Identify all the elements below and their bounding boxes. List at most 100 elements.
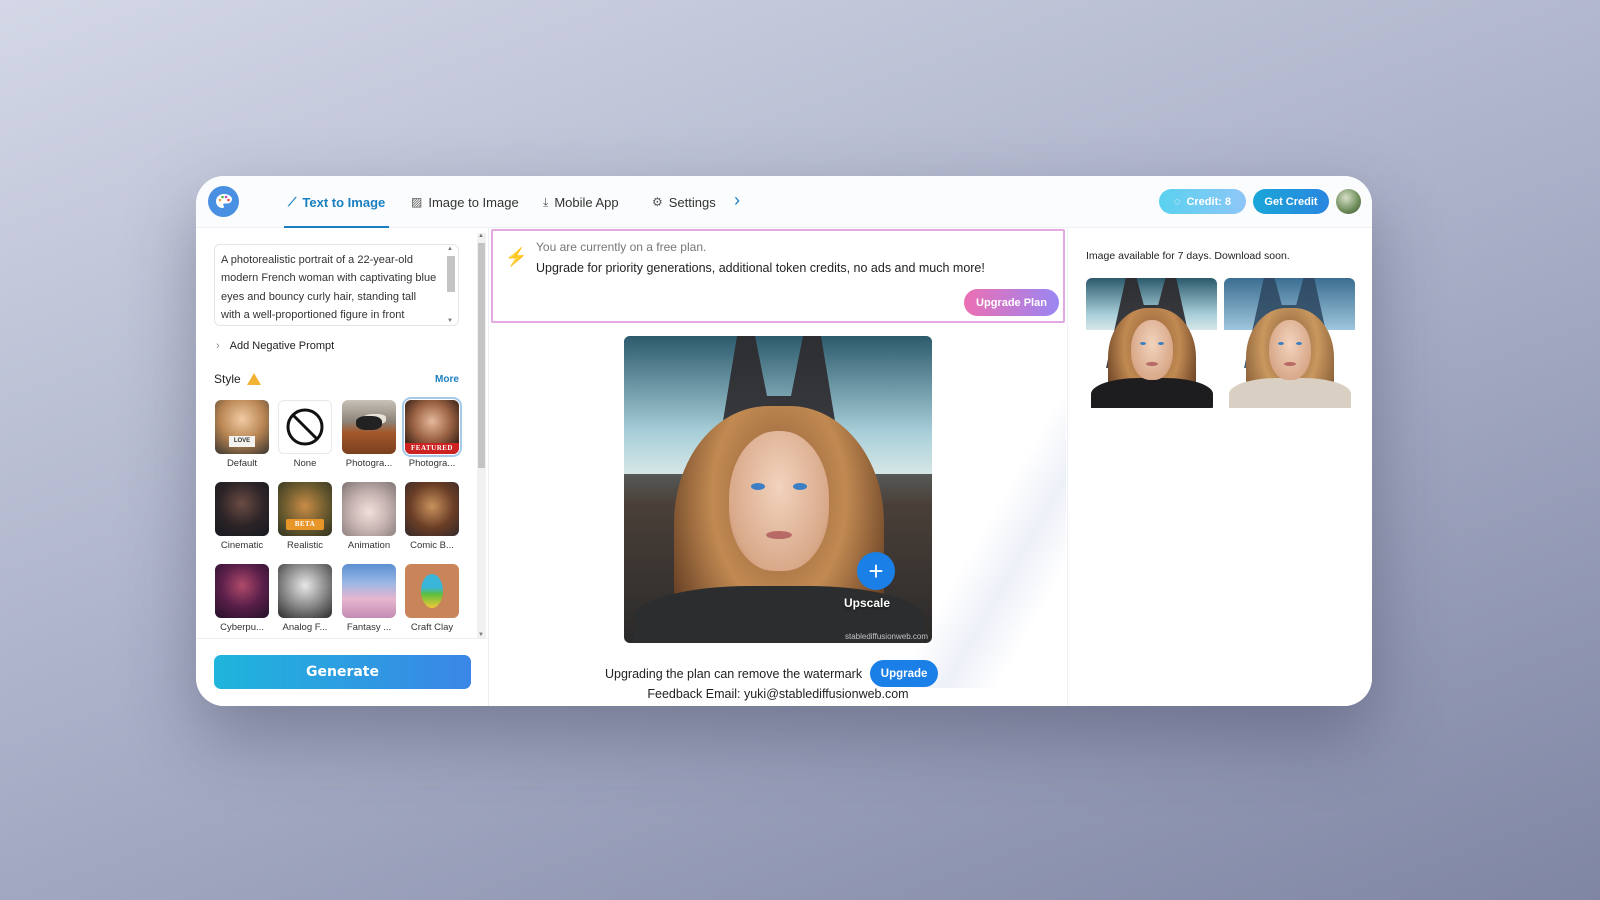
get-credit-button[interactable]: Get Credit xyxy=(1253,189,1329,214)
style-label: Realistic xyxy=(287,540,323,551)
love-sign: LOVE xyxy=(229,436,255,447)
logo[interactable] xyxy=(208,186,239,217)
style-analog-film[interactable]: Analog F... xyxy=(277,564,333,633)
more-styles-link[interactable]: More xyxy=(435,374,459,385)
style-craft-clay[interactable]: Craft Clay xyxy=(404,564,460,633)
style-thumb xyxy=(405,482,459,536)
upgrade-plan-button[interactable]: Upgrade Plan xyxy=(964,289,1059,316)
style-thumb xyxy=(278,400,332,454)
image-lips xyxy=(1146,362,1158,366)
scroll-down-icon: ▼ xyxy=(447,318,453,324)
scroll-thumb[interactable] xyxy=(478,243,485,468)
image-lips xyxy=(766,531,792,539)
image-eye xyxy=(1278,342,1284,345)
history-image-2[interactable] xyxy=(1224,278,1355,408)
banner-line-1: You are currently on a free plan. xyxy=(536,240,707,254)
style-label: Photogra... xyxy=(408,458,456,469)
image-icon: ▨ xyxy=(411,195,423,209)
prompt-input[interactable] xyxy=(214,244,459,326)
style-thumb xyxy=(215,564,269,618)
image-lips xyxy=(1284,362,1296,366)
free-plan-banner: ⚡ You are currently on a free plan. Upgr… xyxy=(491,229,1065,323)
style-thumb xyxy=(278,564,332,618)
watermark-note-row: Upgrading the plan can remove the waterm… xyxy=(605,660,939,687)
avatar[interactable] xyxy=(1336,189,1361,214)
image-coat xyxy=(1091,378,1213,408)
tab-settings[interactable]: ⚙ Settings xyxy=(652,176,716,228)
prompt-scrollbar[interactable]: ▲ ▼ xyxy=(446,246,456,324)
tab-label: Settings xyxy=(668,194,716,210)
style-label: Default xyxy=(226,458,258,469)
style-animation[interactable]: Animation xyxy=(341,482,397,551)
style-label: None xyxy=(293,458,317,469)
style-default[interactable]: LOVE Default xyxy=(214,400,270,469)
image-face xyxy=(1269,320,1311,380)
divider xyxy=(196,638,489,639)
tab-mobile-app[interactable]: ⤓ Mobile App xyxy=(543,176,619,228)
prohibited-icon xyxy=(286,408,324,446)
chevron-right-icon: › xyxy=(216,340,220,352)
style-none[interactable]: None xyxy=(277,400,333,469)
add-negative-prompt[interactable]: › Add Negative Prompt xyxy=(216,340,334,352)
style-thumb xyxy=(342,400,396,454)
availability-note: Image available for 7 days. Download soo… xyxy=(1086,250,1290,262)
result-panel: ⚡ You are currently on a free plan. Upgr… xyxy=(490,228,1066,706)
style-label: Comic B... xyxy=(410,540,454,551)
image-coat xyxy=(1229,378,1351,408)
generated-image[interactable]: + Upscale stablediffusionweb.com xyxy=(624,336,932,643)
style-cyberpunk[interactable]: Cyberpu... xyxy=(214,564,270,633)
scroll-up-icon: ▲ xyxy=(478,233,484,239)
style-thumb: FEATURED xyxy=(402,397,462,457)
beta-badge: BETA xyxy=(286,519,324,530)
style-label: Cinematic xyxy=(220,540,264,551)
style-label: Photogra... xyxy=(345,458,393,469)
style-label: Craft Clay xyxy=(410,622,454,633)
palette-icon xyxy=(215,193,232,208)
image-eye xyxy=(1296,342,1302,345)
style-cinematic[interactable]: Cinematic xyxy=(214,482,270,551)
tab-text-to-image[interactable]: ⟋ Text to Image xyxy=(283,176,390,228)
bird-shape xyxy=(421,574,443,608)
style-realistic[interactable]: BETA Realistic xyxy=(277,482,333,551)
image-eye xyxy=(1140,342,1146,345)
style-label: Style xyxy=(214,372,241,386)
style-thumb: LOVE xyxy=(215,400,269,454)
style-fantasy-art[interactable]: Fantasy ... xyxy=(341,564,397,633)
tab-label: Mobile App xyxy=(554,194,619,210)
style-photography[interactable]: Photogra... xyxy=(341,400,397,469)
credit-badge[interactable]: ◌ Credit: 8 xyxy=(1159,189,1246,214)
background-decoration xyxy=(910,288,1066,688)
tab-image-to-image[interactable]: ▨ Image to Image xyxy=(411,176,519,228)
left-panel-scrollbar[interactable]: ▲ ▼ xyxy=(477,233,486,638)
image-eye xyxy=(751,483,765,490)
style-photography-featured[interactable]: FEATURED Photogra... xyxy=(402,397,462,469)
watermark: stablediffusionweb.com xyxy=(844,632,928,641)
chevron-right-icon[interactable]: › xyxy=(734,190,740,211)
upgrade-button[interactable]: Upgrade xyxy=(870,660,939,687)
upscale-button[interactable]: + xyxy=(857,552,895,590)
credit-icon: ◌ xyxy=(1173,195,1181,208)
style-label: Analog F... xyxy=(282,622,328,633)
featured-badge: FEATURED xyxy=(405,443,459,454)
watermark-note: Upgrading the plan can remove the waterm… xyxy=(605,666,863,681)
app-window: ⟋ Text to Image ▨ Image to Image ⤓ Mobil… xyxy=(196,176,1372,706)
scroll-thumb[interactable] xyxy=(447,256,455,292)
history-image-1[interactable] xyxy=(1086,278,1217,408)
style-comic-book[interactable]: Comic B... xyxy=(404,482,460,551)
style-thumb xyxy=(342,564,396,618)
scroll-up-icon: ▲ xyxy=(447,246,453,252)
style-thumb xyxy=(405,564,459,618)
image-face xyxy=(729,431,829,571)
history-panel: Image available for 7 days. Download soo… xyxy=(1067,228,1372,706)
lightning-icon: ⚡ xyxy=(505,247,528,267)
generate-button[interactable]: Generate xyxy=(214,655,471,689)
warning-icon xyxy=(246,373,261,385)
feedback-email: Feedback Email: yuki@stablediffusionweb.… xyxy=(647,687,909,701)
image-face xyxy=(1131,320,1173,380)
download-icon: ⤓ xyxy=(543,194,549,209)
negative-prompt-label: Add Negative Prompt xyxy=(229,340,335,352)
style-thumb xyxy=(215,482,269,536)
gear-icon: ⚙ xyxy=(652,195,663,209)
image-eye xyxy=(1158,342,1164,345)
credit-label: Credit: 8 xyxy=(1186,195,1232,208)
